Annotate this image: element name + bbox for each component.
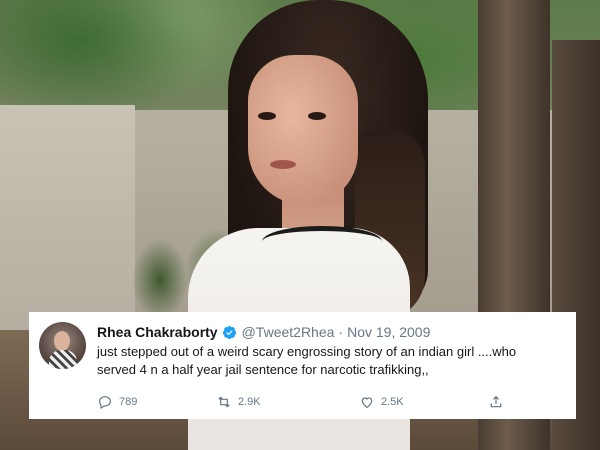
share-button[interactable]: [488, 394, 510, 410]
avatar-body: [49, 350, 77, 369]
subject-collar: [262, 226, 382, 257]
like-count: 2.5K: [381, 396, 404, 408]
subject-left-eye: [258, 112, 276, 120]
reply-icon: [99, 396, 111, 410]
like-button[interactable]: 2.5K: [359, 394, 404, 410]
tweet-card[interactable]: Rhea Chakraborty @Tweet2Rhea · Nov 19, 2…: [29, 312, 576, 419]
verified-badge-icon: [222, 325, 237, 340]
reply-button[interactable]: 789: [97, 394, 137, 410]
tweet-text-line: just stepped out of a weird scary engros…: [97, 344, 517, 359]
subject-face: [248, 55, 358, 205]
tweet-text: just stepped out of a weird scary engros…: [97, 343, 567, 379]
reply-count: 789: [119, 396, 138, 408]
user-handle[interactable]: @Tweet2Rhea: [242, 324, 335, 340]
tweet-text-line: served 4 n a half year jail sentence for…: [97, 362, 429, 377]
avatar-face: [54, 331, 70, 351]
display-name[interactable]: Rhea Chakraborty: [97, 324, 218, 340]
avatar[interactable]: [39, 322, 86, 369]
share-icon: [490, 395, 502, 408]
background-wall-left: [0, 105, 135, 345]
tweet-header: Rhea Chakraborty @Tweet2Rhea · Nov 19, 2…: [97, 322, 430, 342]
separator-dot: ·: [338, 324, 344, 340]
tweet-date[interactable]: Nov 19, 2009: [347, 324, 430, 340]
retweet-icon: [218, 396, 230, 408]
retweet-count: 2.9K: [238, 396, 261, 408]
subject-lips: [270, 160, 296, 169]
heart-icon: [361, 397, 373, 409]
subject-right-eye: [308, 112, 326, 120]
retweet-button[interactable]: 2.9K: [216, 394, 261, 410]
tweet-actions: 789 2.9K 2.5K: [97, 394, 547, 414]
